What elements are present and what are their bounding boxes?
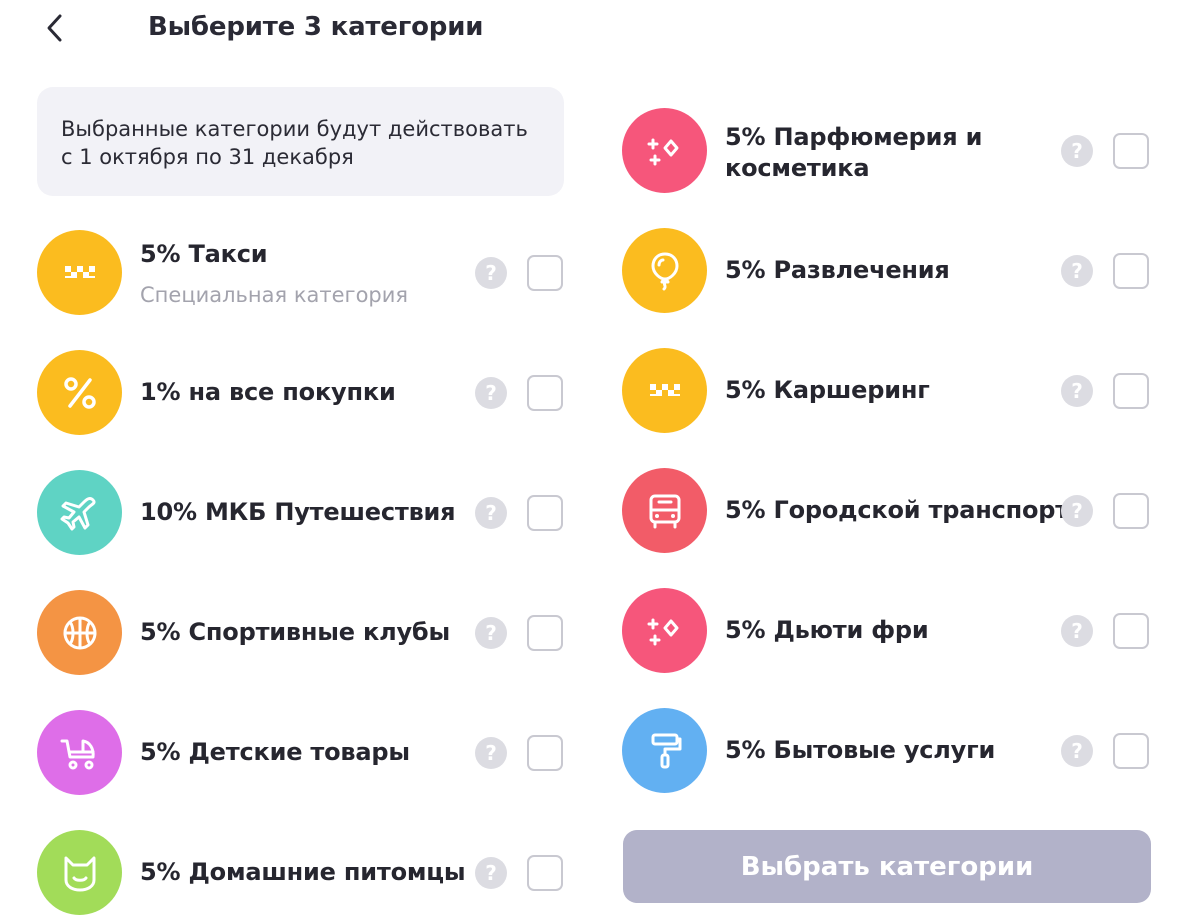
category-checkbox[interactable] bbox=[1113, 733, 1149, 769]
category-label: 5% Дьюти фри bbox=[725, 616, 929, 644]
category-label: 5% Развлечения bbox=[725, 256, 950, 284]
category-checkbox[interactable] bbox=[1113, 493, 1149, 529]
category-label: 5% Спортивные клубы bbox=[140, 618, 450, 646]
category-icon-circle bbox=[37, 350, 122, 435]
help-icon[interactable]: ? bbox=[475, 377, 507, 409]
help-icon[interactable]: ? bbox=[475, 737, 507, 769]
category-icon-circle bbox=[37, 830, 122, 915]
back-button[interactable] bbox=[40, 10, 72, 46]
category-icon-circle bbox=[37, 470, 122, 555]
category-label: 5% Такси bbox=[140, 240, 268, 268]
sparkle-icon bbox=[647, 138, 678, 165]
help-icon[interactable]: ? bbox=[1061, 495, 1093, 527]
balloon-icon bbox=[651, 252, 678, 290]
category-icon-circle bbox=[37, 590, 122, 675]
stroller-icon bbox=[60, 739, 95, 769]
category-label: 1% на все покупки bbox=[140, 378, 396, 406]
category-row-pets[interactable]: 5% Домашние питомцы ? bbox=[37, 830, 567, 916]
info-banner: Выбранные категории будут действовать с … bbox=[37, 87, 564, 196]
category-row-entertainment[interactable]: 5% Развлечения ? bbox=[622, 228, 1152, 314]
paint-roller-icon bbox=[651, 733, 681, 768]
category-checkbox[interactable] bbox=[1113, 373, 1149, 409]
category-checkbox[interactable] bbox=[527, 495, 563, 531]
cat-icon bbox=[64, 856, 95, 891]
sparkle-icon bbox=[647, 618, 678, 645]
category-label: 5% Детские товары bbox=[140, 738, 410, 766]
category-label: 5% Каршеринг bbox=[725, 376, 930, 404]
help-icon[interactable]: ? bbox=[1061, 615, 1093, 647]
help-icon[interactable]: ? bbox=[475, 497, 507, 529]
taxi-icon bbox=[64, 265, 95, 278]
category-checkbox[interactable] bbox=[527, 735, 563, 771]
help-icon[interactable]: ? bbox=[475, 257, 507, 289]
help-icon[interactable]: ? bbox=[475, 857, 507, 889]
chevron-left-icon bbox=[47, 14, 62, 42]
category-label: 5% Домашние питомцы bbox=[140, 858, 466, 886]
category-checkbox[interactable] bbox=[527, 255, 563, 291]
category-row-taxi[interactable]: 5% Такси Специальная категория ? bbox=[37, 230, 567, 316]
category-icon-circle bbox=[622, 708, 707, 793]
category-sublabel: Специальная категория bbox=[140, 283, 409, 307]
category-icon-circle bbox=[37, 710, 122, 795]
category-row-perfume[interactable]: 5% Парфюмерия и косметика ? bbox=[622, 108, 1152, 194]
bus-icon bbox=[649, 494, 680, 528]
page-title: Выберите 3 категории bbox=[148, 12, 484, 42]
category-row-carsharing[interactable]: 5% Каршеринг ? bbox=[622, 348, 1152, 434]
category-row-duty-free[interactable]: 5% Дьюти фри ? bbox=[622, 588, 1152, 674]
airplane-icon bbox=[60, 496, 96, 530]
help-icon[interactable]: ? bbox=[475, 617, 507, 649]
category-row-sport[interactable]: 5% Спортивные клубы ? bbox=[37, 590, 567, 676]
basketball-icon bbox=[63, 616, 96, 649]
category-icon-circle bbox=[622, 108, 707, 193]
category-row-all-purchases[interactable]: 1% на все покупки ? bbox=[37, 350, 567, 436]
category-label: 5% Городской транспорт bbox=[725, 496, 1069, 524]
category-icon-circle bbox=[622, 228, 707, 313]
category-row-transport[interactable]: 5% Городской транспорт ? bbox=[622, 468, 1152, 554]
category-checkbox[interactable] bbox=[527, 375, 563, 411]
category-checkbox[interactable] bbox=[1113, 133, 1149, 169]
category-row-household[interactable]: 5% Бытовые услуги ? bbox=[622, 708, 1152, 794]
category-label: 5% Бытовые услуги bbox=[725, 736, 996, 764]
category-icon-circle bbox=[622, 468, 707, 553]
header: Выберите 3 категории bbox=[0, 0, 1190, 60]
select-categories-button[interactable]: Выбрать категории bbox=[623, 830, 1151, 903]
help-icon[interactable]: ? bbox=[1061, 135, 1093, 167]
category-icon-circle bbox=[37, 230, 122, 315]
help-icon[interactable]: ? bbox=[1061, 375, 1093, 407]
category-checkbox[interactable] bbox=[527, 855, 563, 891]
info-line-2: с 1 октября по 31 декабря bbox=[61, 145, 354, 169]
category-row-kids[interactable]: 5% Детские товары ? bbox=[37, 710, 567, 796]
category-checkbox[interactable] bbox=[1113, 253, 1149, 289]
category-checkbox[interactable] bbox=[527, 615, 563, 651]
percent-icon bbox=[63, 376, 96, 409]
category-label: 5% Парфюмерия и косметика bbox=[725, 123, 983, 182]
category-checkbox[interactable] bbox=[1113, 613, 1149, 649]
category-icon-circle bbox=[622, 348, 707, 433]
help-icon[interactable]: ? bbox=[1061, 255, 1093, 287]
category-icon-circle bbox=[622, 588, 707, 673]
category-label: 10% МКБ Путешествия bbox=[140, 498, 456, 526]
info-line-1: Выбранные категории будут действовать bbox=[61, 117, 528, 141]
help-icon[interactable]: ? bbox=[1061, 735, 1093, 767]
category-row-travel[interactable]: 10% МКБ Путешествия ? bbox=[37, 470, 567, 556]
taxi-icon bbox=[649, 383, 680, 396]
